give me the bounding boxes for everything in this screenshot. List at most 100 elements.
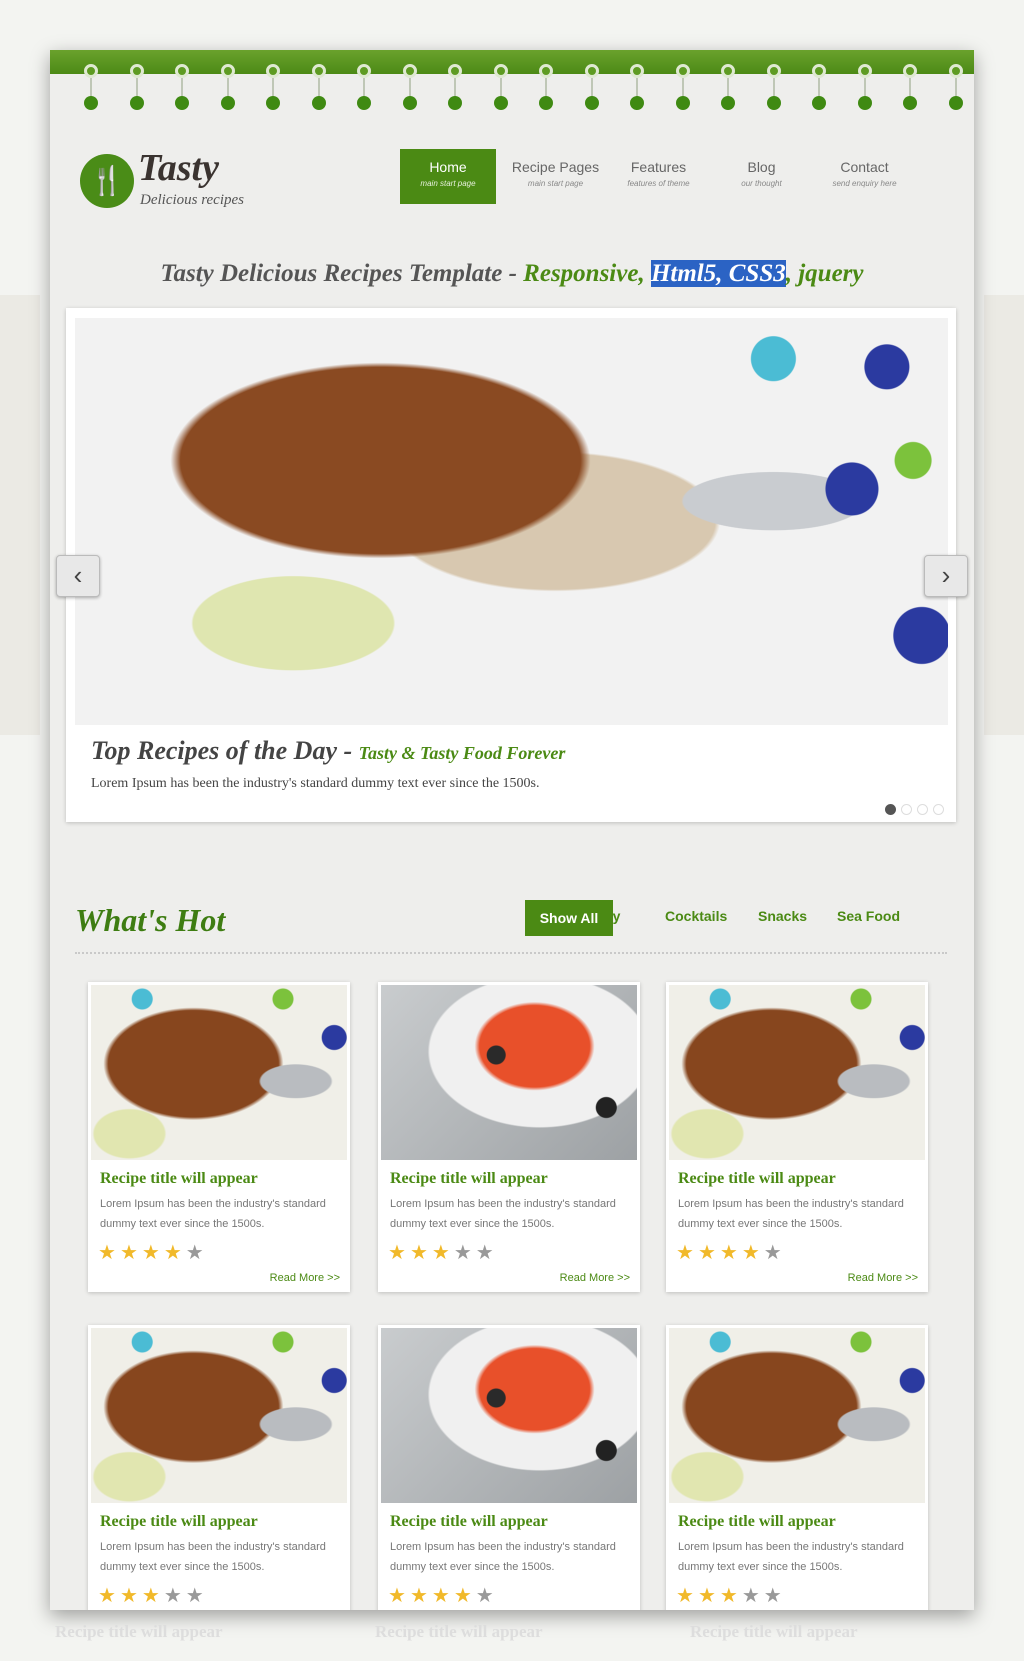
star-icon: ★ <box>676 1585 698 1607</box>
star-icon: ★ <box>119 1585 142 1607</box>
binder-ring-icon <box>402 64 417 114</box>
star-icon: ★ <box>409 1242 432 1264</box>
star-icon: ★ <box>141 1585 164 1607</box>
recipe-card[interactable]: Recipe title will appear Lorem Ipsum has… <box>378 982 640 1292</box>
star-icon: ★ <box>163 1242 186 1264</box>
recipe-image[interactable] <box>669 985 925 1160</box>
reflection-text: Recipe title will appear <box>375 1622 543 1641</box>
slide-dot[interactable] <box>885 804 896 815</box>
read-more-link[interactable]: Read More >> <box>560 1272 630 1284</box>
star-icon: ★ <box>141 1242 164 1264</box>
rating-stars: ★★★★★ <box>388 1240 640 1265</box>
star-icon: ★ <box>741 1242 764 1264</box>
star-icon: ★ <box>431 1242 454 1264</box>
slide-dot[interactable] <box>901 804 912 815</box>
star-icon: ★ <box>98 1242 120 1264</box>
recipe-title[interactable]: Recipe title will appear <box>390 1170 640 1188</box>
star-icon: ★ <box>431 1585 454 1607</box>
recipe-image[interactable] <box>91 985 347 1160</box>
nav-recipe-pages[interactable]: Recipe Pages main start page <box>504 149 607 204</box>
reflection-text: Recipe title will appear <box>55 1622 223 1641</box>
recipe-title[interactable]: Recipe title will appear <box>100 1513 350 1531</box>
recipe-image[interactable] <box>381 985 637 1160</box>
rating-stars: ★★★★★ <box>676 1240 928 1265</box>
nav-home[interactable]: Home main start page <box>400 149 496 204</box>
star-icon: ★ <box>719 1585 742 1607</box>
binder-ring-icon <box>220 64 235 114</box>
star-icon: ★ <box>763 1585 786 1607</box>
brand-tagline: Delicious recipes <box>140 192 244 208</box>
recipe-title[interactable]: Recipe title will appear <box>100 1170 350 1188</box>
binder-ring-icon <box>448 64 462 114</box>
divider <box>75 952 947 954</box>
recipe-title[interactable]: Recipe title will appear <box>390 1513 640 1531</box>
read-more-link[interactable]: Read More >> <box>270 1272 340 1284</box>
star-icon: ★ <box>163 1585 186 1607</box>
chevron-left-icon: ‹ <box>73 560 83 590</box>
rating-stars: ★★★★★ <box>98 1240 350 1265</box>
star-icon: ★ <box>185 1242 208 1264</box>
binder-ring-icon <box>311 64 326 114</box>
binder-ring-icon <box>766 64 781 114</box>
hero-image <box>75 318 948 725</box>
background-edge <box>984 295 1024 735</box>
star-icon: ★ <box>763 1242 786 1264</box>
star-icon: ★ <box>475 1242 498 1264</box>
fork-spoon-icon: 🍴 <box>80 154 134 208</box>
binder-ring-icon <box>584 64 599 114</box>
slide-title: Top Recipes of the Day - Tasty & Tasty F… <box>91 736 566 765</box>
binder-ring-icon <box>175 64 189 114</box>
main-nav: Home main start page Recipe Pages main sta… <box>400 149 916 204</box>
binder-ring-icon <box>84 64 98 114</box>
star-icon: ★ <box>475 1585 498 1607</box>
rating-stars: ★★★★★ <box>98 1583 350 1608</box>
rating-stars: ★★★★★ <box>676 1583 928 1608</box>
tab-snacks[interactable]: Snacks <box>758 908 807 924</box>
read-more-link[interactable]: Read More >> <box>848 1272 918 1284</box>
binder-ring-icon <box>857 64 872 114</box>
star-icon: ★ <box>453 1585 476 1607</box>
recipe-card[interactable]: Recipe title will appear Lorem Ipsum has… <box>88 1325 350 1610</box>
recipe-card[interactable]: Recipe title will appear Lorem Ipsum has… <box>666 982 928 1292</box>
chevron-right-icon: › <box>941 560 951 590</box>
recipe-description: Lorem Ipsum has been the industry's stan… <box>678 1541 904 1573</box>
recipe-description: Lorem Ipsum has been the industry's stan… <box>100 1198 326 1230</box>
recipe-image[interactable] <box>669 1328 925 1503</box>
recipe-description: Lorem Ipsum has been the industry's stan… <box>390 1541 616 1573</box>
nav-contact[interactable]: Contact send enquiry here <box>813 149 916 204</box>
tab-cocktails[interactable]: Cocktails <box>665 908 727 924</box>
star-icon: ★ <box>453 1242 476 1264</box>
star-icon: ★ <box>185 1585 208 1607</box>
tab-show-all[interactable]: Show All <box>525 900 613 936</box>
star-icon: ★ <box>119 1242 142 1264</box>
tab-sea-food[interactable]: Sea Food <box>837 908 900 924</box>
nav-blog[interactable]: Blog our thought <box>710 149 813 204</box>
recipe-card[interactable]: Recipe title will appear Lorem Ipsum has… <box>378 1325 640 1610</box>
recipe-card[interactable]: Recipe title will appear Lorem Ipsum has… <box>88 982 350 1292</box>
recipe-image[interactable] <box>381 1328 637 1503</box>
nav-features[interactable]: Features features of theme <box>607 149 710 204</box>
binder-ring-icon <box>539 64 553 114</box>
star-icon: ★ <box>697 1242 720 1264</box>
rating-stars: ★★★★★ <box>388 1583 640 1608</box>
slider-pagination <box>885 804 944 815</box>
binder-ring-icon <box>903 64 917 114</box>
recipe-description: Lorem Ipsum has been the industry's stan… <box>100 1541 326 1573</box>
recipe-image[interactable] <box>91 1328 347 1503</box>
recipe-card[interactable]: Recipe title will appear Lorem Ipsum has… <box>666 1325 928 1610</box>
star-icon: ★ <box>388 1585 410 1607</box>
slider-next-button[interactable]: › <box>924 555 968 597</box>
brand-name: Tasty <box>138 147 219 189</box>
hero-slider: Top Recipes of the Day - Tasty & Tasty F… <box>66 308 956 822</box>
slider-prev-button[interactable]: ‹ <box>56 555 100 597</box>
recipe-title[interactable]: Recipe title will appear <box>678 1513 928 1531</box>
section-title: What's Hot <box>75 902 226 938</box>
page-mockup: 🍴 Tasty Delicious recipes Home main start… <box>50 50 974 1610</box>
background-edge <box>0 295 40 735</box>
binder-ring-icon <box>493 64 508 114</box>
recipe-title[interactable]: Recipe title will appear <box>678 1170 928 1188</box>
star-icon: ★ <box>388 1242 410 1264</box>
binder-ring-icon <box>266 64 280 114</box>
slide-dot[interactable] <box>917 804 928 815</box>
slide-dot[interactable] <box>933 804 944 815</box>
